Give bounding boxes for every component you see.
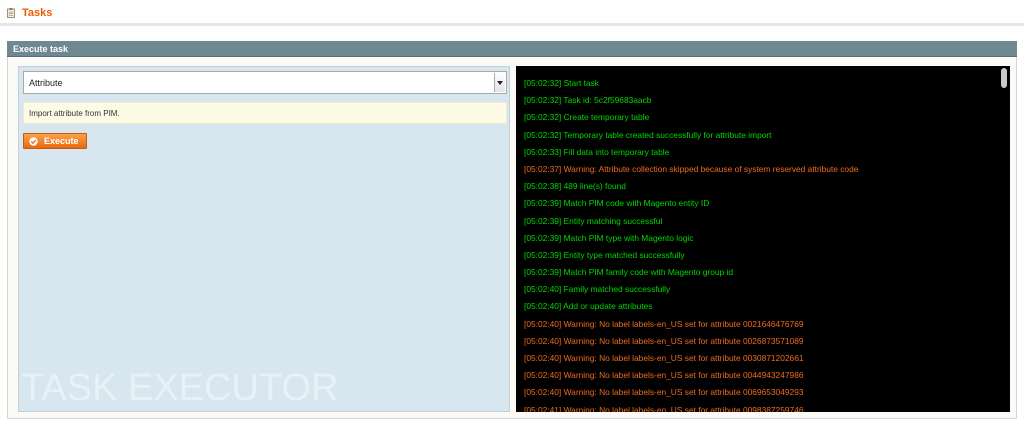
- console-line: [05:02:40] Warning: No label labels-en_U…: [524, 318, 804, 329]
- console-line: [05:02:38] 489 line(s) found: [524, 181, 626, 192]
- console-line: [05:02:40] Warning: No label labels-en_U…: [524, 387, 804, 398]
- execute-button[interactable]: Execute: [23, 133, 87, 149]
- console-line: [05:02:39] Entity type matched successfu…: [524, 249, 685, 260]
- console-line: [05:02:39] Match PIM type with Magento l…: [524, 232, 694, 243]
- console-output: [05:02:32] Start task [05:02:32] Task id:…: [516, 66, 1010, 412]
- clipboard-icon: [7, 8, 15, 18]
- console-scrollbar[interactable]: [1001, 68, 1008, 410]
- console-line: [05:02:40] Family matched successfully: [524, 284, 671, 295]
- fieldset-legend-bar: Execute task: [7, 41, 1017, 57]
- console-line: [05:02:40] Warning: No label labels-en_U…: [524, 335, 804, 346]
- console-line: [05:02:40] Warning: No label labels-en_U…: [524, 370, 804, 381]
- task-description-text: Import attribute from PIM.: [29, 109, 120, 118]
- console-line: [05:02:40] Warning: No label labels-en_U…: [524, 353, 804, 363]
- console-line: [05:02:40] Add or update attributes: [524, 301, 653, 312]
- task-description: Import attribute from PIM.: [23, 102, 507, 124]
- chevron-down-icon: [497, 81, 503, 85]
- task-form-panel: TASK EXECUTOR Attribute Import attribute…: [18, 66, 510, 412]
- console-line: [05:02:33] Fill data into temporary tabl…: [524, 146, 670, 157]
- fieldset-legend: Execute task: [13, 44, 69, 54]
- console-line: [05:02:39] Match PIM code with Magento e…: [524, 198, 710, 209]
- console-lines: [05:02:32] Start task [05:02:32] Task id:…: [524, 75, 994, 412]
- console-line: [05:02:41] Warning: No label labels-en_U…: [524, 404, 804, 412]
- console-line: [05:02:32] Create temporary table: [524, 112, 650, 123]
- check-circle-icon: [29, 137, 38, 148]
- execute-button-label: Execute: [44, 136, 79, 146]
- console-line: [05:02:37] Warning: Attribute collection…: [524, 163, 859, 174]
- console-scrollbar-thumb[interactable]: [1001, 68, 1007, 88]
- task-executor-watermark: TASK EXECUTOR: [21, 367, 339, 409]
- console-line: [05:02:32] Temporary table created succe…: [524, 129, 772, 140]
- page-title: Tasks: [22, 7, 53, 19]
- console-line: [05:02:32] Start task: [524, 78, 599, 88]
- select-arrow[interactable]: [494, 73, 505, 92]
- console-line: [05:02:39] Entity matching successful: [524, 215, 663, 226]
- task-select[interactable]: Attribute: [23, 71, 507, 94]
- page-header: Tasks: [0, 0, 1024, 26]
- task-select-value: Attribute: [29, 78, 63, 88]
- console-line: [05:02:39] Match PIM family code with Ma…: [524, 267, 734, 278]
- console-line: [05:02:32] Task id: 5c2f59683aacb: [524, 95, 652, 106]
